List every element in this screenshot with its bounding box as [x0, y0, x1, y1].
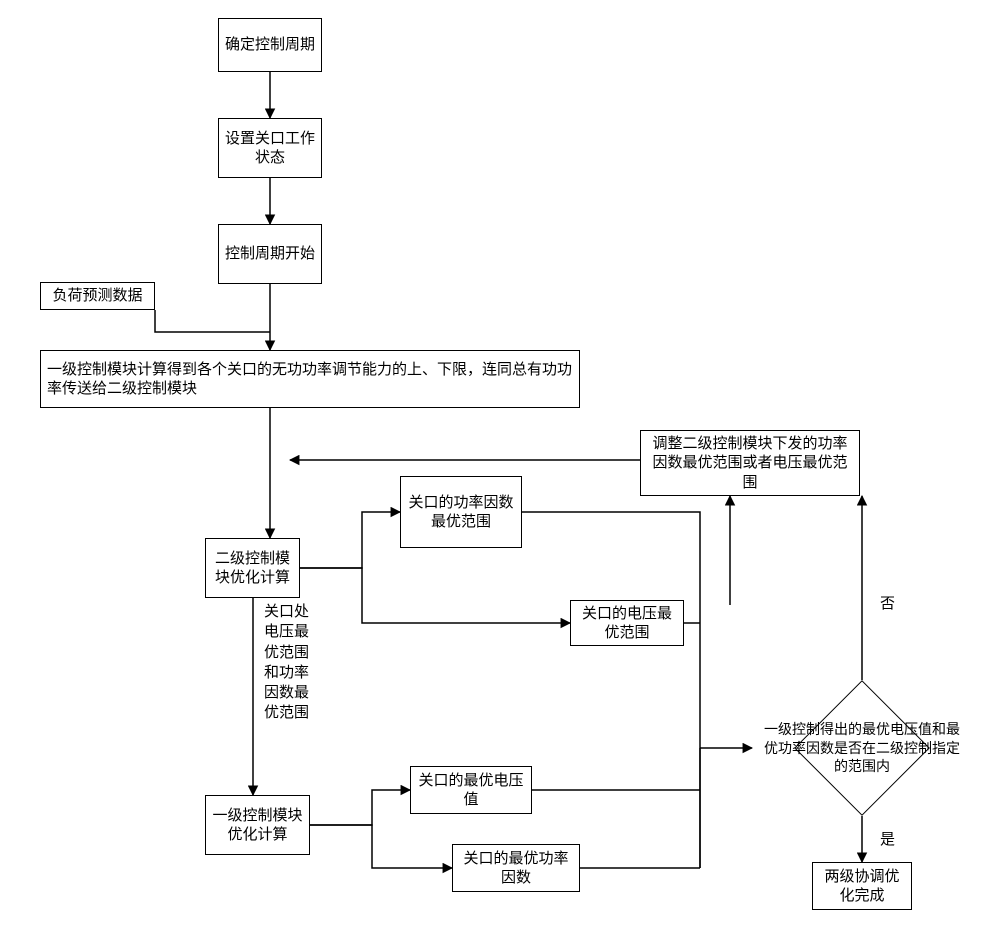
node-text: 二级控制模块优化计算 [212, 549, 293, 588]
node-text: 设置关口工作状态 [225, 129, 315, 168]
node-level2-optimize: 二级控制模块优化计算 [205, 538, 300, 598]
label-text: 是 [880, 831, 895, 848]
node-gateway-pf-optimal-range: 关口的功率因数最优范围 [400, 476, 522, 548]
node-level1-calculate-limits: 一级控制模块计算得到各个关口的无功功率调节能力的上、下限，连同总有功功率传送给二… [40, 350, 580, 408]
decision-within-range [794, 680, 930, 816]
node-text: 两级协调优化完成 [819, 867, 905, 906]
label-gateway-voltage-pf-optimal-range: 关口处电压最优范围和功率因数最优范围 [264, 602, 344, 724]
node-text: 调整二级控制模块下发的功率因数最优范围或者电压最优范围 [647, 434, 853, 493]
label-yes: 是 [880, 830, 895, 850]
node-text: 一级控制模块计算得到各个关口的无功功率调节能力的上、下限，连同总有功功率传送给二… [47, 360, 573, 399]
label-text: 关口处电压最优范围和功率因数最优范围 [264, 602, 312, 724]
node-text: 负荷预测数据 [52, 286, 142, 306]
node-determine-control-cycle: 确定控制周期 [218, 18, 322, 72]
node-level1-optimize: 一级控制模块优化计算 [205, 795, 310, 855]
node-adjust-level2-ranges: 调整二级控制模块下发的功率因数最优范围或者电压最优范围 [640, 430, 860, 496]
label-text: 否 [880, 595, 895, 612]
node-gateway-voltage-optimal-range: 关口的电压最优范围 [570, 600, 684, 646]
node-gateway-optimal-voltage: 关口的最优电压值 [410, 766, 532, 814]
node-text: 一级控制模块优化计算 [212, 806, 303, 845]
node-gateway-optimal-pf: 关口的最优功率因数 [452, 844, 580, 892]
node-text: 确定控制周期 [225, 35, 315, 55]
node-set-gateway-state: 设置关口工作状态 [218, 118, 322, 178]
label-no: 否 [880, 594, 895, 614]
node-load-forecast-data: 负荷预测数据 [40, 282, 155, 310]
node-control-cycle-start: 控制周期开始 [218, 224, 322, 284]
node-text: 关口的电压最优范围 [577, 604, 677, 643]
node-text: 关口的最优电压值 [417, 771, 525, 810]
node-text: 关口的最优功率因数 [459, 849, 573, 888]
node-text: 关口的功率因数最优范围 [407, 493, 515, 532]
node-text: 控制周期开始 [225, 244, 315, 264]
node-two-level-optimize-complete: 两级协调优化完成 [812, 862, 912, 910]
